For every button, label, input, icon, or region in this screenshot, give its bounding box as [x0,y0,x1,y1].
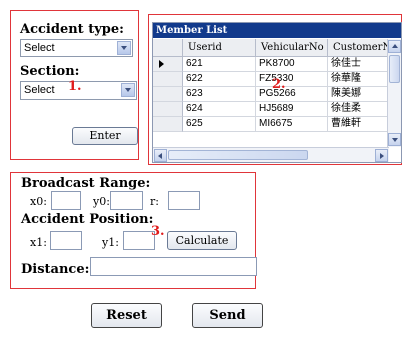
column-header-customername[interactable]: CustomerN [328,39,389,57]
member-list-grid: Member List Userid VehicularNo CustomerN… [152,22,402,163]
cell-userid[interactable]: 623 [183,87,256,102]
member-list-title: Member List [153,23,401,38]
cell-userid[interactable]: 621 [183,57,256,72]
marker-1: 1. [68,79,82,94]
row-selector[interactable] [153,117,183,132]
column-header-userid[interactable]: Userid [183,39,256,57]
row-selector[interactable] [153,102,183,117]
horizontal-scroll-thumb[interactable] [168,150,308,160]
row-selector-current[interactable] [153,57,183,72]
x1-label: x1: [30,236,47,249]
row-selector[interactable] [153,87,183,102]
y0-label: y0: [93,195,110,208]
y1-label: y1: [102,236,119,249]
scroll-up-icon[interactable] [388,40,401,53]
accident-type-select[interactable]: Select [20,39,133,57]
broadcast-range-label: Broadcast Range: [21,176,151,191]
cell-vehicular[interactable]: HJ5689 [256,102,328,117]
cell-customer[interactable]: 徐佳士 [328,57,389,72]
distance-input[interactable] [90,257,257,276]
chevron-down-icon[interactable] [121,83,135,97]
cell-customer[interactable]: 陳美娜 [328,87,389,102]
x1-input[interactable] [50,231,82,250]
grid-corner [153,39,183,57]
section-select-value: Select [24,84,55,96]
scroll-right-icon[interactable] [375,149,388,162]
cell-vehicular[interactable]: FZ5330 [256,72,328,87]
scroll-down-icon[interactable] [388,133,401,146]
cell-customer[interactable]: 曹維軒 [328,117,389,132]
cell-vehicular[interactable]: PK8700 [256,57,328,72]
distance-label: Distance: [21,262,90,277]
scroll-left-icon[interactable] [154,149,167,162]
accident-type-select-value: Select [24,42,55,54]
x0-input[interactable] [51,191,81,210]
r-label: r: [150,195,159,208]
cell-userid[interactable]: 622 [183,72,256,87]
column-header-vehicularno[interactable]: VehicularNo [256,39,328,57]
calculate-button[interactable]: Calculate [167,231,237,250]
x0-label: x0: [30,195,47,208]
send-button[interactable]: Send [192,303,263,328]
marker-2: 2. [272,77,286,92]
accident-position-label: Accident Position: [21,212,154,227]
cell-customer[interactable]: 徐華隆 [328,72,389,87]
accident-type-label: Accident type: [20,22,124,37]
cell-userid[interactable]: 624 [183,102,256,117]
reset-button[interactable]: Reset [91,303,162,328]
row-selector[interactable] [153,72,183,87]
horizontal-scrollbar[interactable] [153,147,389,162]
enter-button[interactable]: Enter [72,127,138,145]
chevron-down-icon[interactable] [117,41,131,55]
section-label: Section: [20,64,80,79]
vertical-scrollbar[interactable] [387,39,401,147]
current-row-arrow-icon [159,60,164,68]
cell-userid[interactable]: 625 [183,117,256,132]
y0-input[interactable] [110,191,143,210]
cell-customer[interactable]: 徐佳柔 [328,102,389,117]
vertical-scroll-thumb[interactable] [389,55,400,83]
cell-vehicular[interactable]: PG5266 [256,87,328,102]
r-input[interactable] [168,191,200,210]
marker-3: 3. [151,224,165,239]
cell-vehicular[interactable]: MI6675 [256,117,328,132]
